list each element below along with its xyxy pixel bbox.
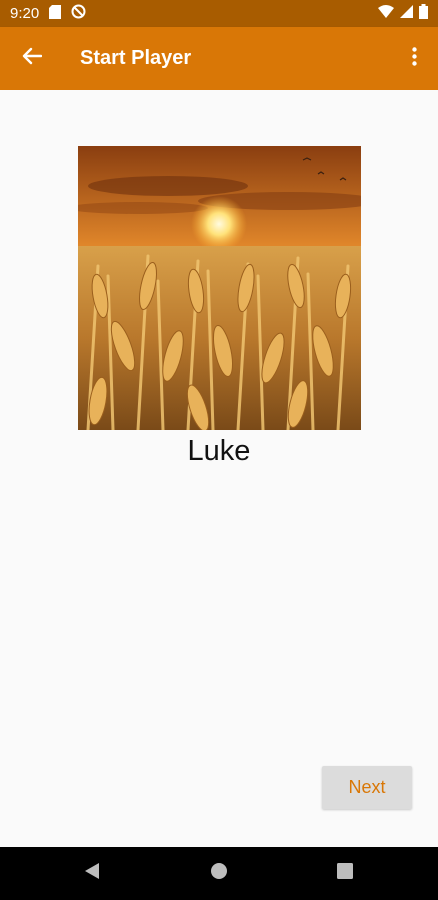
more-vert-icon	[411, 46, 417, 71]
back-button[interactable]	[0, 27, 64, 90]
player-name: Luke	[187, 435, 251, 467]
cell-signal-icon	[400, 5, 413, 22]
clock: 9:20	[10, 5, 40, 22]
nav-home-button[interactable]	[189, 847, 249, 900]
next-button[interactable]: Next	[322, 766, 412, 809]
overflow-menu-button[interactable]	[390, 27, 438, 90]
no-disturb-icon	[71, 4, 86, 23]
page-title: Start Player	[80, 47, 192, 69]
app-bar: Start Player	[0, 27, 438, 90]
back-triangle-icon	[84, 862, 100, 885]
main-content: Luke Next	[0, 90, 438, 847]
home-circle-icon	[210, 862, 228, 885]
status-bar: 9:20	[0, 0, 438, 27]
battery-icon	[419, 4, 428, 23]
player-avatar-image	[78, 146, 361, 430]
nav-back-button[interactable]	[62, 847, 122, 900]
sd-card-icon	[49, 4, 62, 23]
wifi-icon	[378, 5, 394, 22]
recents-square-icon	[337, 863, 353, 884]
arrow-left-icon	[22, 47, 43, 70]
nav-recents-button[interactable]	[315, 847, 375, 900]
navigation-bar	[0, 847, 438, 900]
